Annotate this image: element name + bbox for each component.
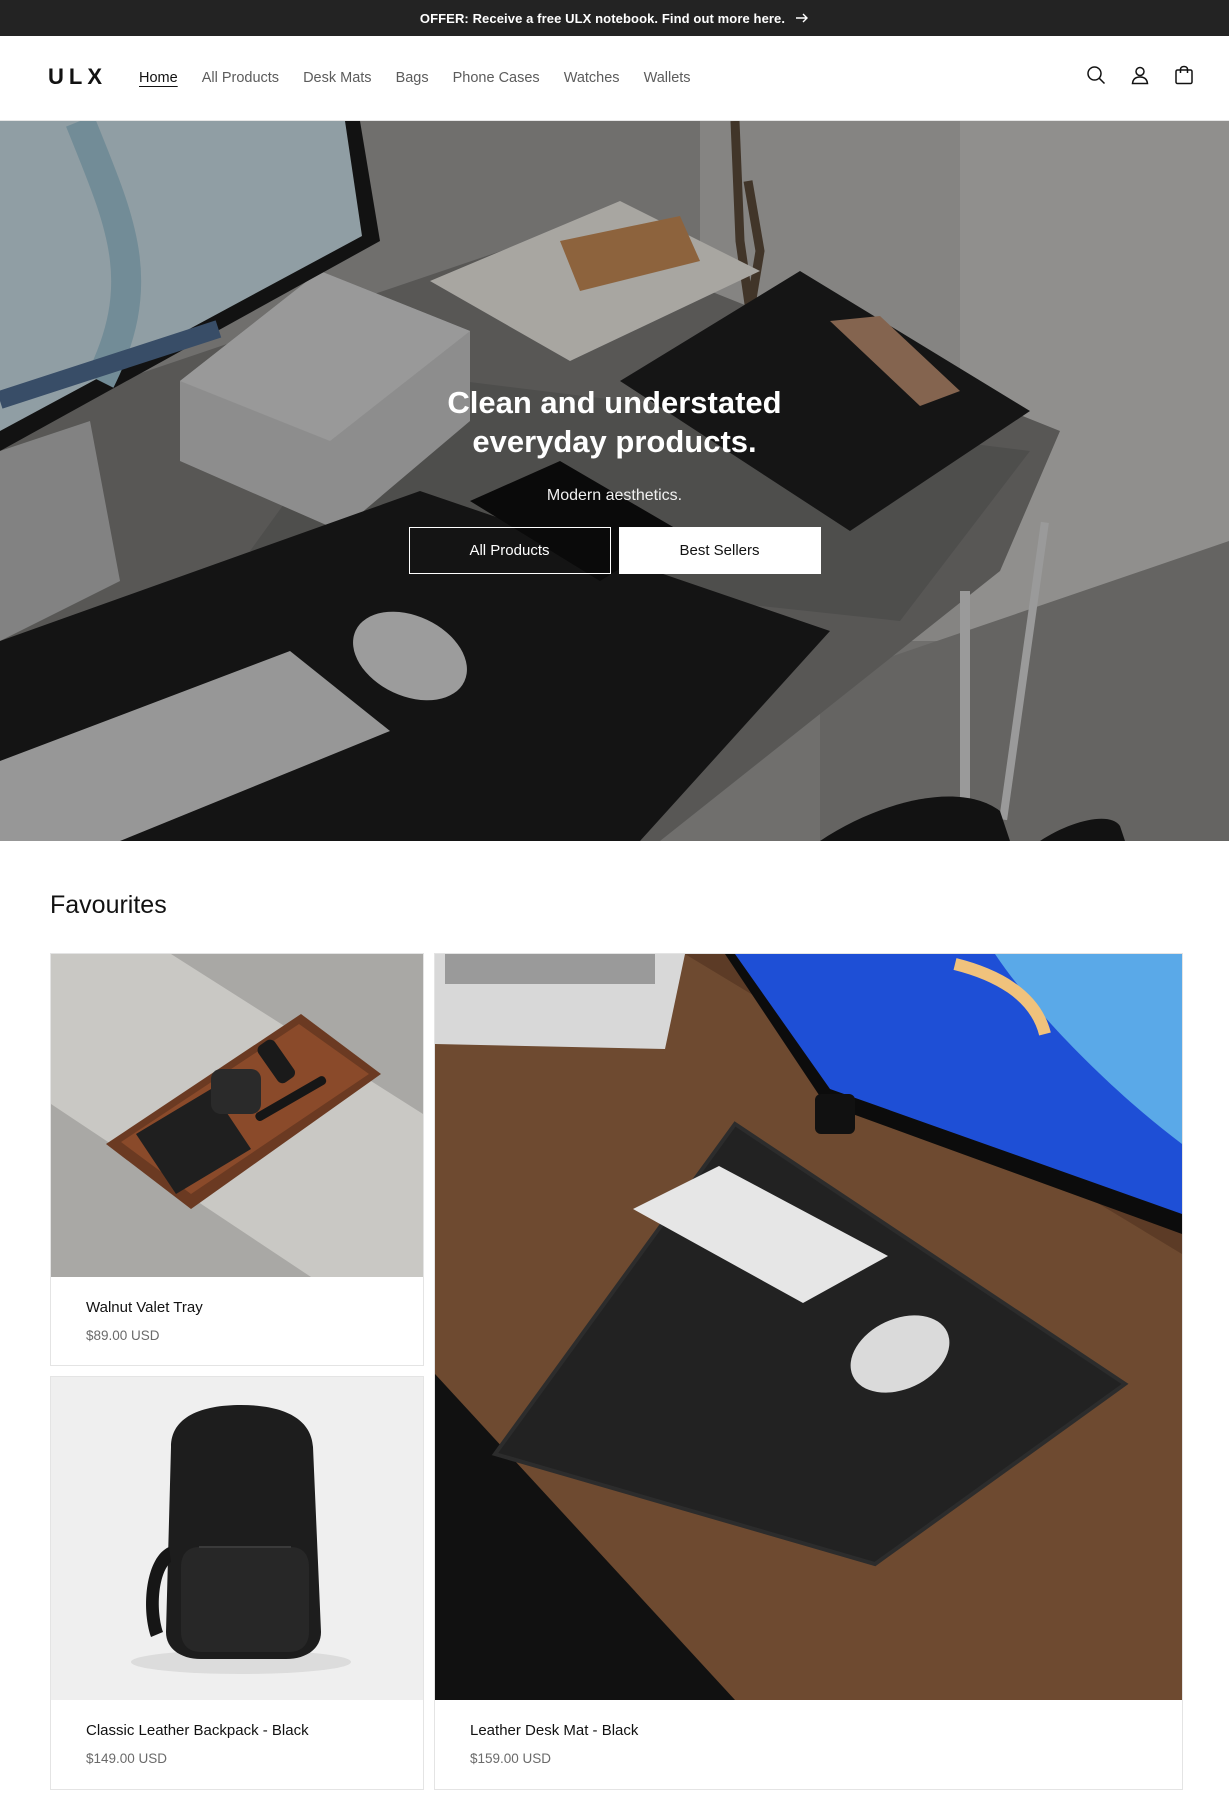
hero-content: Clean and understated everyday products.… xyxy=(0,383,1229,574)
hero-banner: Clean and understated everyday products.… xyxy=(0,121,1229,841)
nav-item-watches[interactable]: Watches xyxy=(564,70,620,86)
product-image[interactable] xyxy=(435,954,1182,1700)
product-name[interactable]: Classic Leather Backpack - Black xyxy=(86,1722,309,1739)
product-card-leather-desk-mat[interactable]: Leather Desk Mat - Black $159.00 USD xyxy=(434,953,1183,1790)
nav-item-wallets[interactable]: Wallets xyxy=(644,70,691,86)
announcement-bar[interactable]: OFFER: Receive a free ULX notebook. Find… xyxy=(0,0,1229,36)
nav-item-home[interactable]: Home xyxy=(139,70,178,86)
best-sellers-button[interactable]: Best Sellers xyxy=(618,527,821,574)
site-header: ULX Home All Products Desk Mats Bags Pho… xyxy=(0,36,1229,121)
cart-icon[interactable] xyxy=(1173,64,1195,86)
favourites-heading: Favourites xyxy=(50,891,167,919)
product-price: $149.00 USD xyxy=(86,1751,168,1766)
search-icon[interactable] xyxy=(1085,64,1107,86)
nav-item-desk-mats[interactable]: Desk Mats xyxy=(303,70,372,86)
header-icons xyxy=(1085,64,1195,86)
product-image[interactable] xyxy=(51,954,423,1277)
product-name[interactable]: Leather Desk Mat - Black xyxy=(470,1722,638,1739)
product-card-walnut-valet-tray[interactable]: Walnut Valet Tray $89.00 USD xyxy=(50,953,424,1366)
hero-buttons: All Products Best Sellers xyxy=(0,527,1229,574)
nav-item-bags[interactable]: Bags xyxy=(396,70,429,86)
account-icon[interactable] xyxy=(1129,64,1151,86)
product-image[interactable] xyxy=(51,1377,423,1700)
logo[interactable]: ULX xyxy=(48,64,107,90)
hero-subtitle: Modern aesthetics. xyxy=(546,487,683,504)
announcement-text[interactable]: OFFER: Receive a free ULX notebook. Find… xyxy=(420,11,785,26)
product-price: $159.00 USD xyxy=(470,1751,552,1766)
product-price: $89.00 USD xyxy=(86,1328,160,1343)
main-nav: Home All Products Desk Mats Bags Phone C… xyxy=(139,70,715,86)
all-products-button[interactable]: All Products xyxy=(408,527,611,574)
nav-item-all-products[interactable]: All Products xyxy=(202,70,279,86)
hero-title: Clean and understated everyday products. xyxy=(447,385,782,459)
arrow-right-icon xyxy=(796,13,809,23)
nav-item-phone-cases[interactable]: Phone Cases xyxy=(453,70,540,86)
product-name[interactable]: Walnut Valet Tray xyxy=(86,1299,203,1316)
product-card-classic-leather-backpack[interactable]: Classic Leather Backpack - Black $149.00… xyxy=(50,1376,424,1790)
